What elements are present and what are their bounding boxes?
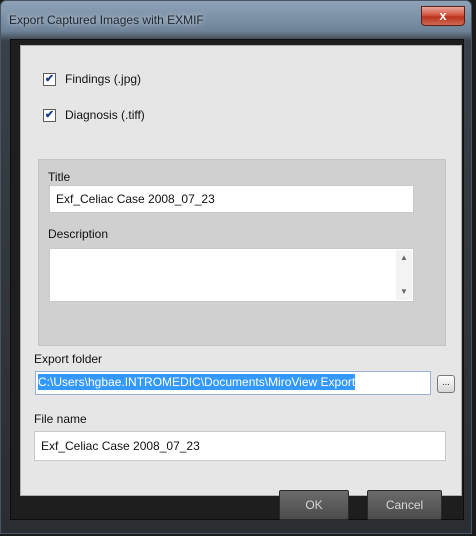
title-bar[interactable]: Export Captured Images with EXMIF x [1,1,471,39]
findings-checkbox[interactable]: ✔ [43,72,56,86]
diagnosis-checkbox[interactable]: ✔ [43,108,56,122]
diagnosis-label: Diagnosis (.tiff) [65,108,145,122]
export-dialog-window: Export Captured Images with EXMIF x ✔ Fi… [0,0,472,534]
dialog-body: ✔ Findings (.jpg) ✔ Diagnosis (.tiff) Ti… [10,39,464,520]
diagnosis-option[interactable]: ✔ Diagnosis (.tiff) [43,108,145,122]
scroll-up-icon[interactable]: ▲ [396,250,412,266]
description-textarea[interactable]: ▲ ▼ [49,248,414,302]
export-folder-path: C:\Users\hgbae.INTROMEDIC\Documents\Miro… [38,374,356,390]
findings-option[interactable]: ✔ Findings (.jpg) [43,72,141,86]
file-name-input[interactable]: Exf_Celiac Case 2008_07_23 [34,431,446,461]
findings-label: Findings (.jpg) [65,72,142,86]
title-label: Title [48,170,71,184]
browse-folder-button[interactable]: ... [437,375,455,393]
export-folder-label: Export folder [34,352,103,366]
scroll-down-icon[interactable]: ▼ [396,284,412,300]
cancel-button[interactable]: Cancel [367,490,442,520]
title-description-group: Title Exf_Celiac Case 2008_07_23 Descrip… [38,159,446,346]
options-panel: ✔ Findings (.jpg) ✔ Diagnosis (.tiff) Ti… [20,45,462,496]
close-button[interactable]: x [421,6,465,26]
export-folder-input[interactable]: C:\Users\hgbae.INTROMEDIC\Documents\Miro… [35,371,431,395]
title-input[interactable]: Exf_Celiac Case 2008_07_23 [49,185,414,213]
window-title: Export Captured Images with EXMIF [9,13,204,27]
description-scrollbar[interactable]: ▲ ▼ [396,250,412,300]
file-name-label: File name [34,412,87,426]
ok-button[interactable]: OK [279,490,349,520]
description-label: Description [48,227,109,241]
